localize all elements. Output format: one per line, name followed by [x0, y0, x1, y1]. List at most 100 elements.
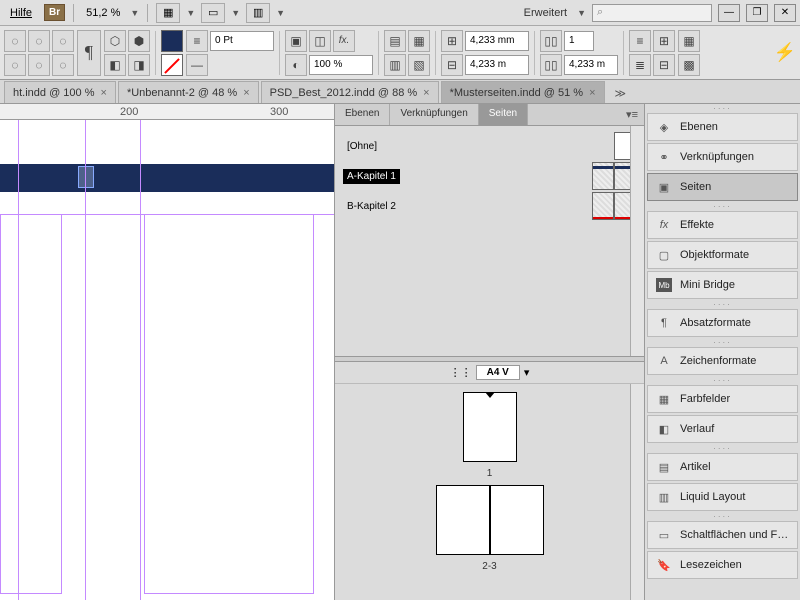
page-thumb[interactable] — [490, 485, 544, 555]
scrollbar[interactable] — [630, 384, 644, 600]
dock-grip[interactable]: ···· — [645, 512, 800, 520]
close-icon[interactable]: × — [243, 87, 249, 99]
columns-icon[interactable]: ▯▯ — [540, 30, 562, 52]
align-icon[interactable]: ⊞ — [653, 30, 675, 52]
pathfinder-icon[interactable]: ⬡ — [104, 30, 126, 52]
stroke-swatch[interactable] — [161, 54, 183, 76]
chevron-down-icon[interactable]: ▼ — [186, 8, 195, 18]
frame-fit-icon[interactable]: ⊟ — [441, 54, 463, 76]
gutter-field[interactable]: 4,233 m — [564, 55, 618, 75]
screen-mode-button[interactable]: ▭ — [201, 3, 225, 23]
quick-apply-icon[interactable]: ⚡ — [774, 30, 796, 76]
fill-swatch[interactable] — [161, 30, 183, 52]
dock-grip[interactable]: ···· — [645, 300, 800, 308]
tab-verknuepfungen[interactable]: Verknüpfungen — [390, 104, 478, 125]
rail-seiten[interactable]: ▣Seiten — [647, 173, 798, 201]
paragraph-style-icon[interactable]: ¶ — [77, 30, 101, 76]
height-field[interactable]: 4,233 m — [465, 55, 529, 75]
document-tab[interactable]: PSD_Best_2012.indd @ 88 %× — [261, 81, 439, 103]
pathfinder-icon[interactable]: ◨ — [128, 54, 150, 76]
rail-objektformate[interactable]: ▢Objektformate — [647, 241, 798, 269]
stroke-style-icon[interactable]: — — [186, 54, 208, 76]
width-field[interactable]: 4,233 mm — [465, 31, 529, 51]
text-wrap-icon[interactable]: ▤ — [384, 30, 406, 52]
master-row-b[interactable]: B-Kapitel 2 — [343, 192, 636, 220]
rail-lesezeichen[interactable]: 🔖Lesezeichen — [647, 551, 798, 579]
dock-grip[interactable]: ···· — [645, 104, 800, 112]
dock-grip[interactable]: ···· — [645, 444, 800, 452]
tool-icon[interactable]: ◌ — [28, 30, 50, 52]
page-thumb[interactable] — [463, 392, 517, 462]
align-icon[interactable]: ⊟ — [653, 54, 675, 76]
fx-icon[interactable]: fx. — [333, 30, 355, 52]
pathfinder-icon[interactable]: ⬢ — [128, 30, 150, 52]
chevron-down-icon[interactable]: ▼ — [231, 8, 240, 18]
view-options-button[interactable]: ▦ — [156, 3, 180, 23]
document-canvas[interactable]: 200 300 — [0, 104, 334, 600]
minimize-button[interactable]: — — [718, 4, 740, 22]
dock-grip[interactable]: ···· — [645, 338, 800, 346]
page-thumb[interactable] — [436, 485, 490, 555]
arrange-docs-button[interactable]: ▥ — [246, 3, 270, 23]
rail-verlauf[interactable]: ◧Verlauf — [647, 415, 798, 443]
rail-schaltflaechen[interactable]: ▭Schaltflächen und F… — [647, 521, 798, 549]
rail-zeichenformate[interactable]: AZeichenformate — [647, 347, 798, 375]
tool-icon[interactable]: ◌ — [4, 30, 26, 52]
chevron-down-icon[interactable]: ▼ — [130, 8, 139, 18]
tab-ebenen[interactable]: Ebenen — [335, 104, 390, 125]
close-icon[interactable]: × — [423, 87, 429, 99]
text-frame[interactable] — [144, 214, 314, 594]
selection-handle[interactable] — [78, 166, 94, 188]
rail-effekte[interactable]: fxEffekte — [647, 211, 798, 239]
text-wrap-icon[interactable]: ▥ — [384, 54, 406, 76]
align-icon[interactable]: ≡ — [629, 30, 651, 52]
chevron-down-icon[interactable]: ▾ — [524, 366, 530, 379]
close-button[interactable]: ✕ — [774, 4, 796, 22]
rail-absatzformate[interactable]: ¶Absatzformate — [647, 309, 798, 337]
rail-minibridge[interactable]: MbMini Bridge — [647, 271, 798, 299]
scrollbar[interactable] — [630, 126, 644, 356]
search-input[interactable]: ⌕ — [592, 4, 712, 22]
columns-field[interactable]: 1 — [564, 31, 594, 51]
pages-list[interactable]: 1 2-3 — [335, 384, 644, 600]
document-tab[interactable]: ht.indd @ 100 %× — [4, 81, 116, 103]
tab-seiten[interactable]: Seiten — [479, 104, 528, 125]
master-row-none[interactable]: [Ohne] — [343, 132, 636, 160]
tool-icon[interactable]: ◌ — [4, 54, 26, 76]
effects-icon[interactable]: ◫ — [309, 30, 331, 52]
misc-icon[interactable]: ▦ — [678, 30, 700, 52]
text-wrap-icon[interactable]: ▧ — [408, 54, 430, 76]
chevron-down-icon[interactable]: ▼ — [276, 8, 285, 18]
opacity-field[interactable]: 100 % — [309, 55, 373, 75]
rail-liquid-layout[interactable]: ▥Liquid Layout — [647, 483, 798, 511]
rail-ebenen[interactable]: ◈Ebenen — [647, 113, 798, 141]
align-icon[interactable]: ≣ — [629, 54, 651, 76]
dock-grip[interactable]: ···· — [645, 202, 800, 210]
columns-icon[interactable]: ▯▯ — [540, 54, 562, 76]
page-size-value[interactable]: A4 V — [476, 365, 520, 380]
panel-menu-button[interactable]: ▾≡ — [620, 104, 644, 125]
frame-fit-icon[interactable]: ⊞ — [441, 30, 463, 52]
spread-thumb[interactable] — [436, 485, 544, 555]
close-icon[interactable]: × — [101, 87, 107, 99]
rail-verknuepfungen[interactable]: ⚭Verknüpfungen — [647, 143, 798, 171]
document-tab[interactable]: *Musterseiten.indd @ 51 %× — [441, 81, 605, 103]
tool-icon[interactable]: ◌ — [52, 30, 74, 52]
dock-grip[interactable]: ···· — [645, 376, 800, 384]
text-wrap-icon[interactable]: ▦ — [408, 30, 430, 52]
chevron-down-icon[interactable]: ▼ — [577, 8, 586, 18]
close-icon[interactable]: × — [589, 87, 595, 99]
workspace-switcher[interactable]: Erweitert — [520, 7, 571, 19]
master-row-a[interactable]: A-Kapitel 1 — [343, 162, 636, 190]
pathfinder-icon[interactable]: ◧ — [104, 54, 126, 76]
tab-overflow-button[interactable]: ≫ — [607, 84, 635, 103]
stroke-weight-field[interactable]: 0 Pt — [210, 31, 274, 51]
colored-frame[interactable] — [0, 164, 334, 192]
zoom-level[interactable]: 51,2 % — [82, 7, 124, 19]
page-size-selector[interactable]: ⋮⋮ A4 V ▾ — [335, 362, 644, 384]
tool-icon[interactable]: ◌ — [28, 54, 50, 76]
bridge-badge[interactable]: Br — [44, 4, 65, 21]
document-tab[interactable]: *Unbenannt-2 @ 48 %× — [118, 81, 259, 103]
restore-button[interactable]: ❐ — [746, 4, 768, 22]
effects-icon[interactable]: ▣ — [285, 30, 307, 52]
